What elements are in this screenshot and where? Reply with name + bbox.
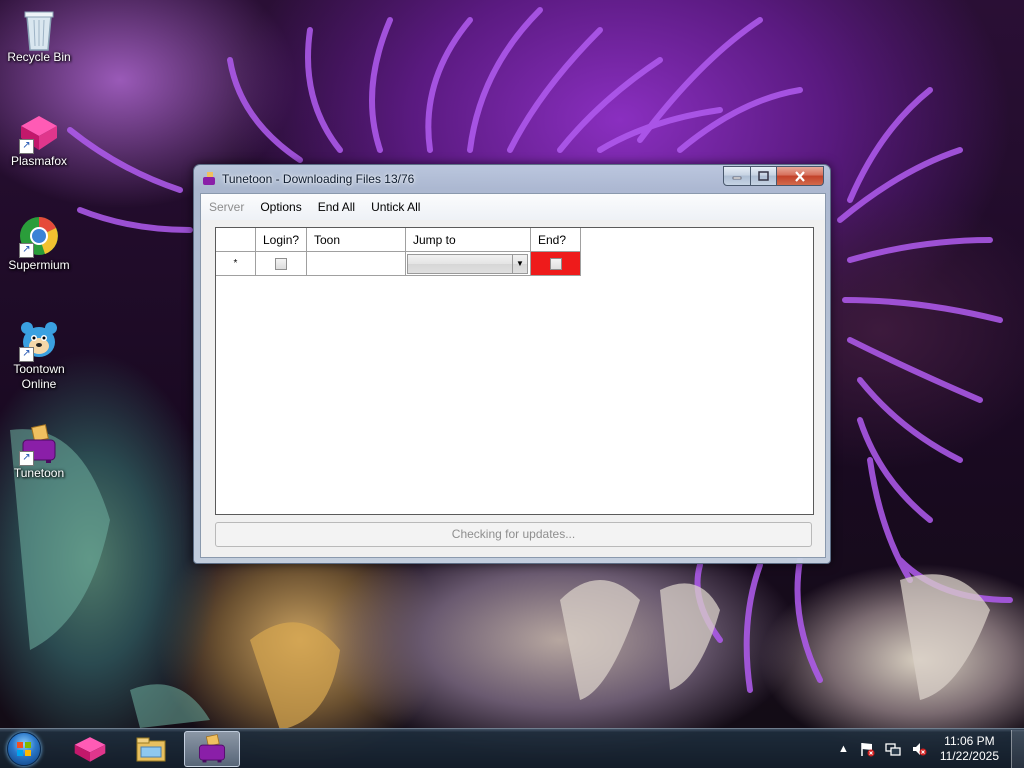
- windows-start-orb-icon: [7, 732, 41, 766]
- menu-bar: Server Options End All Untick All: [201, 194, 825, 220]
- clock-time: 11:06 PM: [944, 734, 995, 748]
- desktop-icon-label: Recycle Bin: [7, 50, 71, 64]
- desktop-icon-tunetoon[interactable]: ↗ Tunetoon: [1, 424, 77, 481]
- toon-name-cell[interactable]: [307, 252, 406, 276]
- minimize-button[interactable]: [723, 166, 751, 186]
- shortcut-arrow-icon: ↗: [19, 243, 34, 258]
- taskbar-clock[interactable]: 11:06 PM 11/22/2025: [940, 734, 999, 764]
- grid-header-row: Login? Toon Jump to End?: [216, 228, 581, 252]
- volume-muted-icon[interactable]: [911, 741, 927, 757]
- dropdown-arrow-icon[interactable]: ▼: [512, 254, 527, 273]
- tunetoon-window: Tunetoon - Downloading Files 13/76 Serve…: [193, 164, 831, 564]
- desktop-icon-toontown-online[interactable]: ↗ Toontown Online: [1, 320, 77, 392]
- menu-options[interactable]: Options: [252, 197, 309, 217]
- menu-end-all[interactable]: End All: [310, 197, 363, 217]
- column-header-jump-to[interactable]: Jump to: [406, 228, 531, 252]
- plasmafox-icon: ↗: [19, 112, 59, 154]
- tunetoon-icon: [198, 734, 226, 763]
- login-cell: [256, 252, 307, 276]
- window-client-area: Server Options End All Untick All Login?…: [200, 193, 826, 558]
- show-desktop-button[interactable]: [1011, 730, 1024, 768]
- window-titlebar[interactable]: Tunetoon - Downloading Files 13/76: [194, 165, 830, 193]
- action-center-flag-icon[interactable]: [859, 741, 875, 757]
- desktop-icon-label: Plasmafox: [10, 154, 68, 168]
- toontown-icon: ↗: [19, 320, 59, 362]
- clock-date: 11/22/2025: [939, 749, 999, 763]
- shortcut-arrow-icon: ↗: [19, 451, 34, 466]
- menu-server[interactable]: Server: [201, 197, 252, 217]
- login-checkbox[interactable]: [275, 257, 287, 270]
- tunetoon-icon: ↗: [19, 424, 59, 466]
- desktop-icon-recycle-bin[interactable]: Recycle Bin: [1, 8, 77, 65]
- jump-to-cell: ▼: [406, 252, 531, 276]
- end-checkbox[interactable]: [549, 257, 562, 270]
- maximize-icon: [758, 171, 769, 181]
- file-explorer-icon: [136, 737, 166, 762]
- taskbar-tunetoon[interactable]: [184, 731, 240, 767]
- network-icon[interactable]: [885, 741, 901, 757]
- desktop-icon-label-line2: Online: [21, 377, 57, 391]
- close-icon: [795, 170, 805, 182]
- maximize-button[interactable]: [751, 166, 777, 186]
- supermium-icon: ↗: [19, 216, 59, 258]
- show-hidden-icons-button[interactable]: ▲: [838, 743, 849, 755]
- taskbar: ▲ 11:06 PM 11/22/2025: [0, 728, 1024, 768]
- shortcut-arrow-icon: ↗: [19, 347, 34, 362]
- window-title: Tunetoon - Downloading Files 13/76: [222, 172, 415, 186]
- column-header-rowmark: [216, 228, 256, 252]
- shortcut-arrow-icon: ↗: [19, 139, 34, 154]
- menu-untick-all[interactable]: Untick All: [363, 197, 428, 217]
- desktop-icon-plasmafox[interactable]: ↗ Plasmafox: [1, 112, 77, 169]
- column-header-end[interactable]: End?: [531, 228, 581, 252]
- plasmafox-icon: [74, 737, 106, 762]
- taskbar-plasmafox[interactable]: [62, 731, 118, 767]
- taskbar-file-explorer[interactable]: [123, 731, 179, 767]
- update-status-bar: Checking for updates...: [215, 522, 812, 547]
- column-header-toon[interactable]: Toon: [307, 228, 406, 252]
- window-controls: [723, 166, 824, 186]
- minimize-icon: [732, 176, 742, 180]
- desktop-icon-supermium[interactable]: ↗ Supermium: [1, 216, 77, 273]
- column-header-login[interactable]: Login?: [256, 228, 307, 252]
- desktop-icon-label: Tunetoon: [13, 466, 65, 480]
- jump-to-dropdown[interactable]: ▼: [407, 253, 528, 274]
- toon-grid[interactable]: Login? Toon Jump to End? * ▼: [215, 227, 814, 515]
- start-button[interactable]: [4, 731, 44, 767]
- desktop-icon-label: Supermium: [8, 258, 70, 272]
- desktop-icon-label-line1: Toontown: [13, 362, 65, 376]
- table-row: * ▼: [216, 252, 581, 276]
- system-tray: ▲ 11:06 PM 11/22/2025: [833, 729, 1024, 768]
- row-marker: *: [216, 252, 256, 276]
- tunetoon-app-icon: [203, 172, 215, 185]
- close-button[interactable]: [777, 166, 824, 186]
- recycle-bin-icon: [19, 8, 59, 51]
- end-cell: [531, 252, 581, 276]
